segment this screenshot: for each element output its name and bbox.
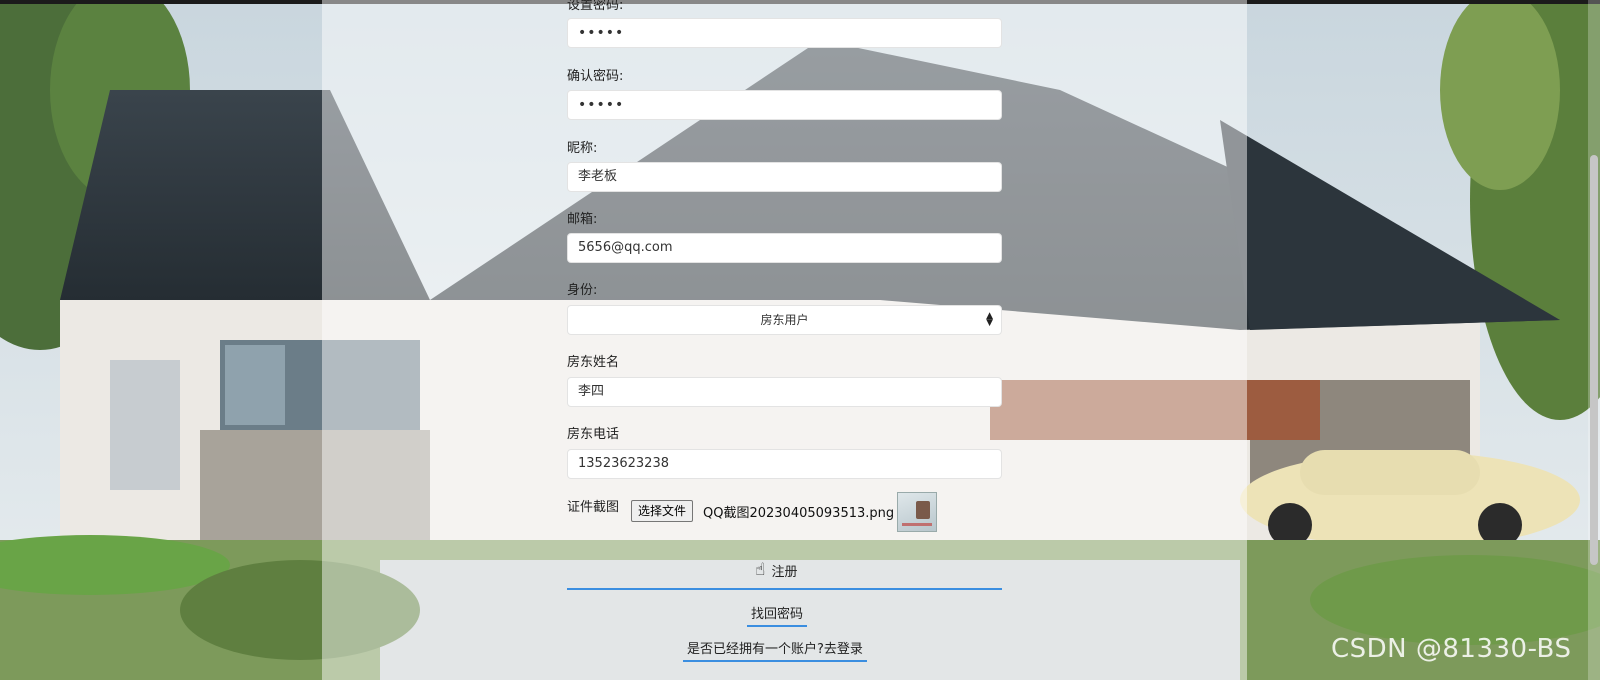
- landlord-name-field[interactable]: 李四: [567, 377, 1002, 407]
- email-field[interactable]: 5656@qq.com: [567, 233, 1002, 263]
- go-to-login-link[interactable]: 是否已经拥有一个账户?去登录: [683, 638, 867, 662]
- up-down-caret-icon: ▲ ▼: [986, 311, 993, 328]
- confirm-password-label: 确认密码:: [567, 69, 624, 84]
- identity-label: 身份:: [567, 283, 598, 298]
- find-password-link[interactable]: 找回密码: [747, 603, 808, 627]
- scrollbar-thumb[interactable]: [1590, 155, 1598, 565]
- password-label: 设置密码:: [567, 0, 624, 13]
- landlord-name-label: 房东姓名: [567, 355, 620, 370]
- nickname-field[interactable]: 李老板: [567, 162, 1002, 192]
- email-label: 邮箱:: [567, 212, 598, 227]
- landlord-phone-field[interactable]: 13523623238: [567, 449, 1002, 479]
- choose-file-button[interactable]: 选择文件: [631, 500, 694, 522]
- register-button[interactable]: 注册: [567, 558, 1002, 590]
- hand-pointer-icon: ☝: [755, 560, 766, 580]
- identity-select[interactable]: 房东用户 ▲ ▼: [567, 305, 1002, 335]
- id-screenshot-label: 证件截图: [567, 500, 620, 515]
- register-button-label: 注册: [771, 565, 798, 580]
- landlord-phone-label: 房东电话: [567, 427, 620, 442]
- csdn-watermark: CSDN @81330-BS: [1331, 634, 1572, 664]
- identity-select-value: 房东用户: [760, 313, 809, 327]
- id-card-preview-thumbnail: [897, 492, 937, 532]
- id-screenshot-upload: 证件截图 选择文件 QQ截图20230405093513.png: [567, 492, 1007, 532]
- confirm-password-field[interactable]: •••••: [567, 90, 1002, 120]
- nickname-label: 昵称:: [567, 141, 598, 156]
- selected-file-name: QQ截图20230405093513.png: [703, 506, 895, 521]
- password-field[interactable]: •••••: [567, 18, 1002, 48]
